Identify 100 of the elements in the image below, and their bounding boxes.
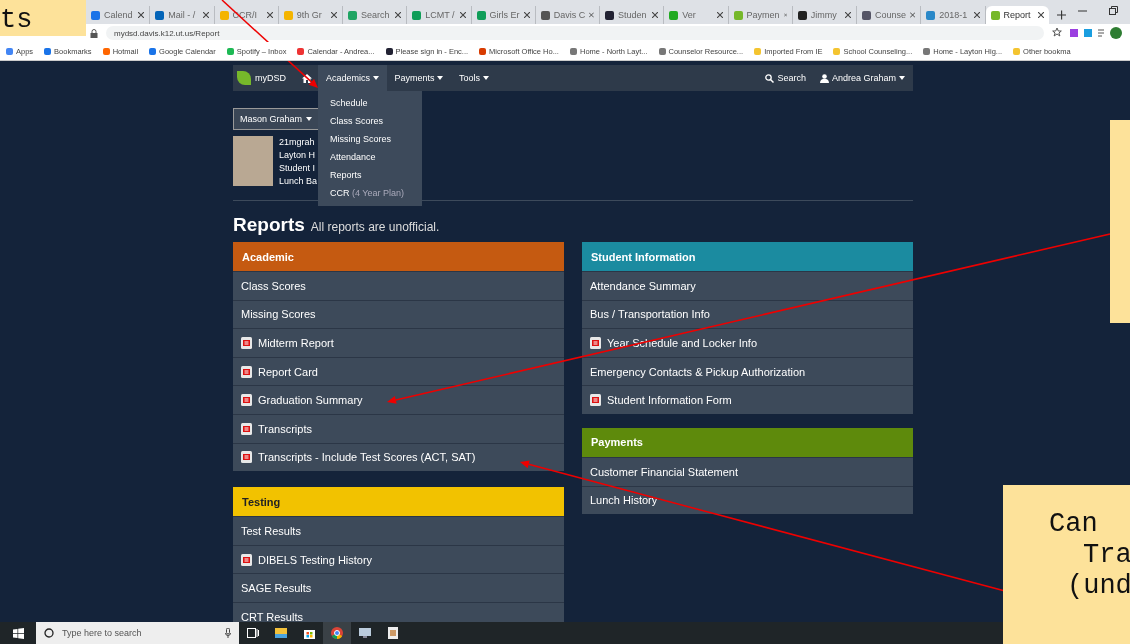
- panel-header: Testing: [233, 487, 564, 517]
- leaf-logo-icon: [237, 71, 251, 85]
- close-icon[interactable]: [716, 12, 723, 18]
- close-icon[interactable]: [266, 12, 273, 18]
- computer-icon[interactable]: [359, 628, 371, 638]
- bookmark-icon: [149, 47, 157, 55]
- dropdown-item[interactable]: Reports: [318, 166, 422, 184]
- bookmark-icon: [297, 47, 305, 55]
- student-info: Student I: [279, 162, 317, 174]
- report-link[interactable]: Transcripts: [233, 413, 564, 443]
- tab-title: Girls Er: [489, 10, 520, 20]
- bookmark-icon: [1013, 47, 1021, 55]
- report-link[interactable]: Lunch History: [582, 485, 913, 515]
- caret-icon: [899, 76, 905, 80]
- user-icon: [819, 73, 829, 83]
- report-link[interactable]: Attendance Summary: [582, 271, 913, 300]
- tab-title: Calend: [104, 10, 133, 20]
- panel-header: Academic: [233, 242, 564, 271]
- search-link[interactable]: Search: [777, 73, 806, 83]
- report-link[interactable]: Year Schedule and Locker Info: [582, 328, 913, 357]
- bookmark-icon: [833, 47, 841, 55]
- close-icon[interactable]: [1037, 12, 1044, 18]
- report-link[interactable]: Customer Financial Statement: [582, 456, 913, 486]
- tab-title: Studen: [618, 10, 647, 20]
- task-view-icon[interactable]: [247, 628, 259, 638]
- close-icon[interactable]: [845, 12, 851, 18]
- page-subtitle: All reports are unofficial.: [310, 220, 440, 234]
- pdf-icon: [241, 422, 252, 435]
- windows-start-icon[interactable]: [12, 627, 24, 639]
- student-info: 21mgrah: [279, 136, 316, 148]
- report-link[interactable]: Missing Scores: [233, 299, 564, 329]
- report-link[interactable]: Transcripts - Include Test Scores (ACT, SAT): [233, 442, 564, 472]
- student-info: Layton H: [279, 149, 317, 161]
- close-icon[interactable]: [459, 12, 466, 18]
- microphone-icon[interactable]: [225, 628, 231, 638]
- report-link[interactable]: Bus / Transportation Info: [582, 299, 913, 329]
- restore-icon[interactable]: [1109, 5, 1118, 15]
- report-link[interactable]: SAGE Results: [233, 573, 564, 602]
- callout-text: Tra: [1082, 540, 1130, 571]
- close-icon[interactable]: [910, 12, 916, 18]
- taskbar-search-box[interactable]: Type here to search: [36, 622, 239, 644]
- lock-icon: [90, 28, 98, 38]
- home-icon[interactable]: [302, 73, 312, 83]
- callout-text: (und: [1066, 571, 1130, 602]
- tab-title: Paymen: [746, 10, 780, 20]
- report-link[interactable]: DIBELS Testing History: [233, 544, 564, 574]
- bookmark-icon: [385, 47, 393, 55]
- dropdown-item[interactable]: CCR (4 Year Plan): [318, 184, 422, 202]
- report-link[interactable]: Class Scores: [233, 271, 564, 300]
- nav-menu[interactable]: Tools: [451, 65, 497, 91]
- site-logo[interactable]: myDSD: [255, 73, 286, 83]
- student-info: Lunch Ba: [279, 175, 318, 187]
- shopping-bag-icon[interactable]: [303, 627, 315, 639]
- tab-title: Counse: [875, 10, 907, 20]
- bookmark-icon: [102, 47, 110, 55]
- close-icon[interactable]: [202, 12, 209, 18]
- bookmark-icon: [6, 47, 13, 55]
- bookmark-icon: [923, 47, 931, 55]
- pdf-icon: [241, 365, 252, 378]
- pdf-icon: [241, 451, 252, 464]
- dropdown-item[interactable]: Missing Scores: [318, 130, 422, 148]
- dropdown-item[interactable]: Attendance: [318, 148, 422, 166]
- panel-header: Payments: [582, 427, 913, 457]
- caret-icon: [482, 76, 489, 80]
- tab-title: 9th Gr: [296, 10, 322, 20]
- pdf-icon: [590, 394, 601, 407]
- close-icon[interactable]: [652, 12, 659, 18]
- tab-title: LCMT /: [425, 10, 455, 20]
- nav-menu[interactable]: Payments: [386, 65, 452, 91]
- close-icon[interactable]: [973, 12, 980, 18]
- report-link[interactable]: Report Card: [233, 356, 564, 386]
- report-link[interactable]: Test Results: [233, 516, 564, 545]
- nav-menu[interactable]: Academics: [318, 65, 387, 91]
- close-icon[interactable]: [395, 12, 402, 18]
- report-link[interactable]: Graduation Summary: [233, 385, 564, 414]
- pdf-icon: [241, 394, 252, 407]
- url-text[interactable]: mydsd.davis.k12.ut.us/Report: [114, 28, 220, 38]
- caret-icon: [372, 76, 379, 80]
- chrome-icon[interactable]: [331, 627, 343, 639]
- bookmark-icon: [226, 47, 234, 55]
- report-link[interactable]: Emergency Contacts & Pickup Authorization: [582, 356, 913, 386]
- report-link[interactable]: CRT Results: [233, 601, 564, 622]
- close-icon[interactable]: [523, 12, 530, 18]
- close-icon[interactable]: [331, 12, 337, 18]
- user-menu[interactable]: Andrea Graham: [831, 73, 896, 83]
- report-link[interactable]: Midterm Report: [233, 328, 564, 357]
- close-icon[interactable]: [138, 12, 145, 18]
- extension-icons[interactable]: [1052, 27, 1122, 39]
- new-tab-icon[interactable]: [1056, 10, 1066, 20]
- search-icon[interactable]: [765, 73, 775, 83]
- tab-title: Ver: [682, 10, 696, 20]
- bookmark-icon: [754, 47, 762, 55]
- caret-icon: [437, 76, 444, 80]
- tab-title: Davis C: [553, 10, 586, 20]
- browser-tab[interactable]: Report: [985, 6, 1049, 24]
- report-link[interactable]: Student Information Form: [582, 385, 913, 414]
- callout-text: Can: [1048, 509, 1099, 540]
- bookmark-icon: [658, 47, 666, 55]
- tab-title: Search: [361, 10, 390, 20]
- taskbar-search-field[interactable]: Type here to search: [60, 627, 219, 639]
